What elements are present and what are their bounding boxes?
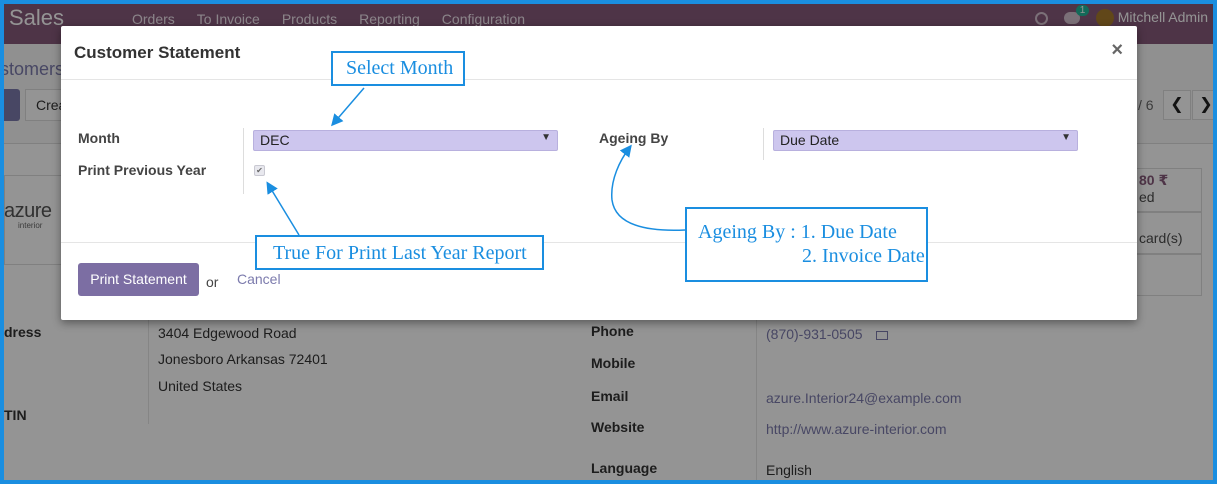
arrow-to-month [331,87,365,127]
annotation-arrows [266,87,686,236]
arrow-to-ageing [611,144,686,231]
arrow-to-checkbox [266,181,300,236]
